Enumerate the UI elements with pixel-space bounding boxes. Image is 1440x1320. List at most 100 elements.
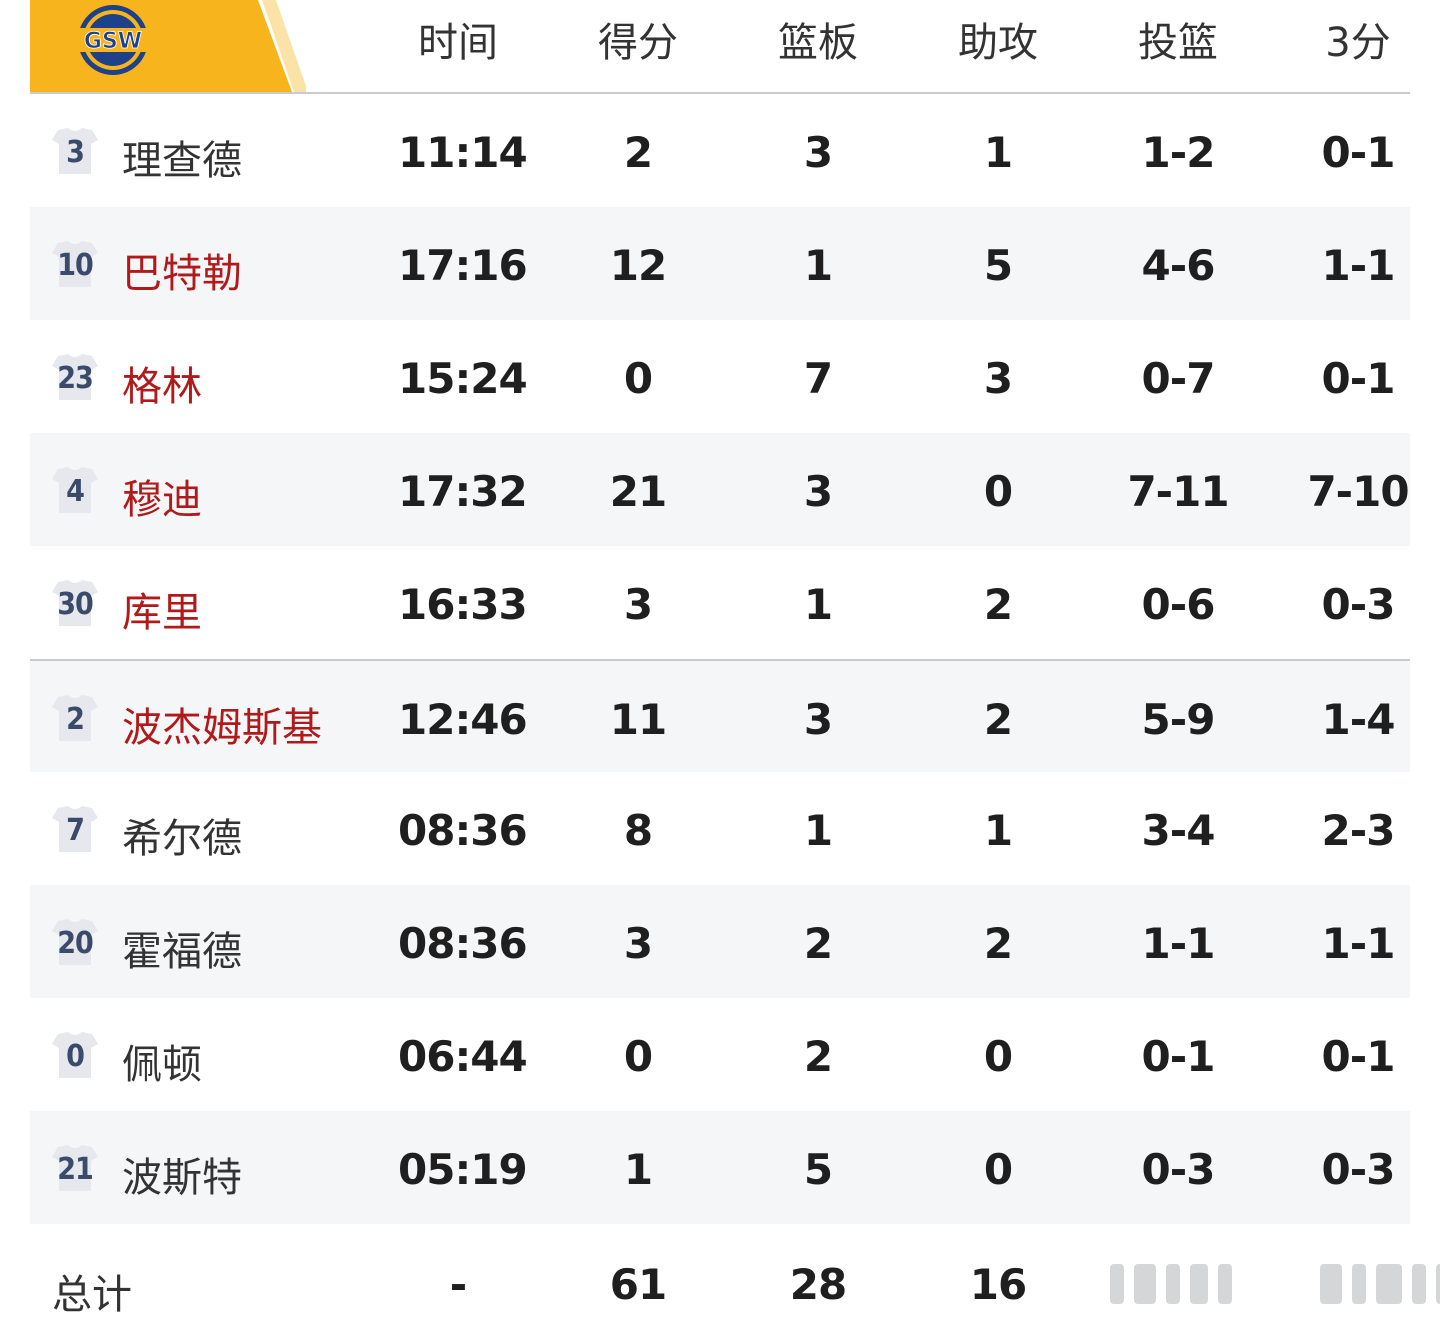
stat-assists: 2 [983, 695, 1013, 744]
stat-rebounds: 3 [803, 128, 833, 177]
stat-minutes: 16:33 [398, 580, 528, 629]
stat-assists: 2 [983, 580, 1013, 629]
table-header: GSW 时间 得分 篮板 助攻 投篮 3分 [30, 0, 1410, 94]
stat-minutes: 17:16 [398, 241, 528, 290]
col-header-field-goals[interactable]: 投篮 [1118, 10, 1238, 68]
col-header-assists[interactable]: 助攻 [938, 10, 1058, 68]
jersey-icon: 2 [50, 693, 100, 743]
stat-rebounds: 1 [803, 806, 833, 855]
jersey-icon: 0 [50, 1030, 100, 1080]
stat-rebounds: 1 [803, 241, 833, 290]
stat-rebounds: 1 [803, 580, 833, 629]
col-header-rebounds[interactable]: 篮板 [758, 10, 878, 68]
stat-points: 11 [609, 695, 667, 744]
stat-rebounds: 2 [803, 919, 833, 968]
stat-minutes: 17:32 [398, 467, 528, 516]
col-header-points[interactable]: 得分 [578, 10, 698, 68]
jersey-icon: 10 [50, 239, 100, 289]
stat-rebounds: 3 [803, 695, 833, 744]
stat-field-goals: 1-2 [1141, 128, 1216, 177]
table-row[interactable]: 21 波斯特 05:19 1 5 0 0-3 0-3 [30, 1111, 1410, 1224]
stat-points: 12 [609, 241, 667, 290]
stat-minutes: 08:36 [398, 806, 528, 855]
stat-three-pointers: 0-1 [1321, 128, 1396, 177]
jersey-number: 30 [57, 587, 94, 622]
table-row[interactable]: 4 穆迪 17:32 21 3 0 7-11 7-10 [30, 433, 1410, 546]
totals-row: 总计 - 61 28 16 [30, 1224, 1440, 1318]
jersey-number: 21 [57, 1152, 94, 1187]
table-row[interactable]: 10 巴特勒 17:16 12 1 5 4-6 1-1 [30, 207, 1410, 320]
jersey-icon: 4 [50, 465, 100, 515]
team-logo-band: GSW [30, 0, 306, 92]
stat-points: 0 [623, 354, 653, 403]
player-name[interactable]: 巴特勒 [122, 241, 242, 299]
stat-field-goals: 0-1 [1141, 1032, 1216, 1081]
table-row[interactable]: 20 霍福德 08:36 3 2 2 1-1 1-1 [30, 885, 1410, 998]
stat-points: 8 [623, 806, 653, 855]
player-name[interactable]: 佩顿 [122, 1032, 202, 1090]
jersey-icon: 3 [50, 126, 100, 176]
watermark-graphic [1110, 1264, 1232, 1304]
stat-assists: 0 [983, 1032, 1013, 1081]
stat-assists: 1 [983, 128, 1013, 177]
jersey-number: 4 [66, 474, 85, 509]
table-row[interactable]: 3 理查德 11:14 2 3 1 1-2 0-1 [30, 94, 1410, 207]
stat-field-goals: 1-1 [1141, 919, 1216, 968]
player-name[interactable]: 霍福德 [122, 919, 242, 977]
gsw-logo-icon: GSW [76, 3, 150, 77]
stat-three-pointers: 0-1 [1321, 1032, 1396, 1081]
player-name[interactable]: 波斯特 [122, 1145, 242, 1203]
table-row[interactable]: 7 希尔德 08:36 8 1 1 3-4 2-3 [30, 772, 1410, 885]
stat-field-goals: 0-6 [1141, 580, 1216, 629]
jersey-number: 2 [66, 702, 85, 737]
stat-three-pointers: 0-3 [1321, 580, 1396, 629]
stat-assists: 3 [983, 354, 1013, 403]
player-name[interactable]: 理查德 [122, 128, 242, 186]
stat-assists: 2 [983, 919, 1013, 968]
stat-points: 1 [623, 1145, 653, 1194]
totals-assists: 16 [969, 1260, 1027, 1309]
stat-field-goals: 3-4 [1141, 806, 1216, 855]
stat-points: 0 [623, 1032, 653, 1081]
stat-assists: 0 [983, 467, 1013, 516]
table-row[interactable]: 23 格林 15:24 0 7 3 0-7 0-1 [30, 320, 1410, 433]
stat-minutes: 05:19 [398, 1145, 528, 1194]
jersey-number: 0 [66, 1039, 85, 1074]
player-name[interactable]: 库里 [122, 580, 202, 638]
stat-field-goals: 4-6 [1141, 241, 1216, 290]
stat-points: 3 [623, 919, 653, 968]
jersey-icon: 23 [50, 352, 100, 402]
col-header-minutes[interactable]: 时间 [398, 10, 518, 68]
stat-field-goals: 0-7 [1141, 354, 1216, 403]
stat-points: 3 [623, 580, 653, 629]
stat-minutes: 06:44 [398, 1032, 528, 1081]
jersey-icon: 21 [50, 1143, 100, 1193]
player-name[interactable]: 波杰姆斯基 [122, 695, 322, 753]
stat-minutes: 12:46 [398, 695, 528, 744]
totals-points: 61 [609, 1260, 667, 1309]
stat-rebounds: 3 [803, 467, 833, 516]
stat-field-goals: 5-9 [1141, 695, 1216, 744]
stat-minutes: 11:14 [398, 128, 528, 177]
stat-three-pointers: 1-4 [1321, 695, 1396, 744]
jersey-number: 7 [66, 813, 85, 848]
jersey-icon: 30 [50, 578, 100, 628]
table-row[interactable]: 2 波杰姆斯基 12:46 11 3 2 5-9 1-4 [30, 659, 1410, 772]
stat-rebounds: 7 [803, 354, 833, 403]
stat-rebounds: 2 [803, 1032, 833, 1081]
table-row[interactable]: 30 库里 16:33 3 1 2 0-6 0-3 [30, 546, 1410, 659]
player-name[interactable]: 希尔德 [122, 806, 242, 864]
box-score-table: GSW 时间 得分 篮板 助攻 投篮 3分 3 理查德 11:14 2 3 1 1-2 0-1… [30, 0, 1440, 1318]
stat-points: 2 [623, 128, 653, 177]
totals-label: 总计 [52, 1272, 132, 1318]
stat-assists: 5 [983, 241, 1013, 290]
totals-minutes: - [449, 1260, 467, 1309]
player-name[interactable]: 格林 [122, 354, 202, 412]
stat-three-pointers: 1-1 [1321, 919, 1396, 968]
jersey-number: 23 [57, 361, 94, 396]
player-name[interactable]: 穆迪 [122, 467, 202, 525]
stat-minutes: 15:24 [398, 354, 528, 403]
col-header-three-pointers[interactable]: 3分 [1298, 10, 1418, 68]
table-row[interactable]: 0 佩顿 06:44 0 2 0 0-1 0-1 [30, 998, 1410, 1111]
stat-three-pointers: 1-1 [1321, 241, 1396, 290]
